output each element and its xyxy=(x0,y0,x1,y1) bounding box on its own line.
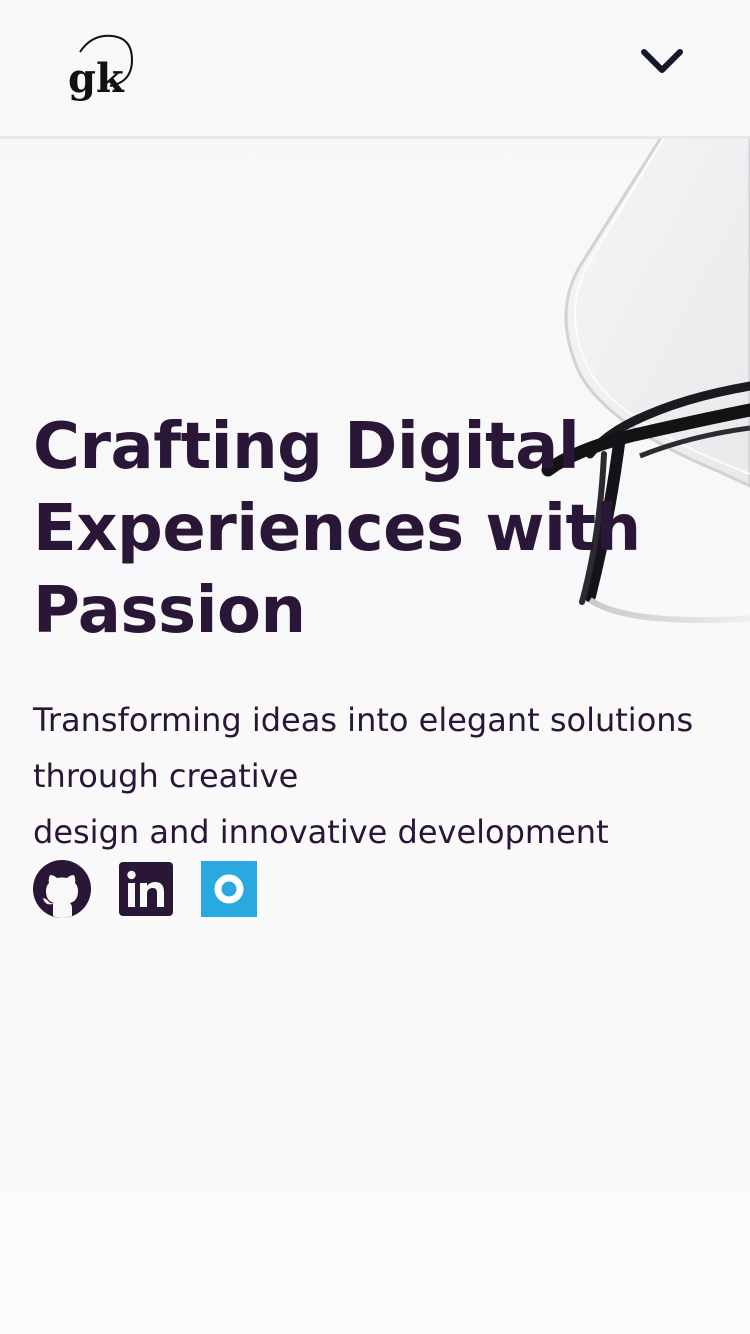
hero-subtitle-line-1: Transforming ideas into elegant solution… xyxy=(33,701,694,739)
hero-subtitle-line-3: design and innovative development xyxy=(33,813,609,851)
hero-title-line-2: Experiences with xyxy=(33,492,641,566)
site-header: gk xyxy=(0,0,750,139)
chevron-down-icon[interactable] xyxy=(636,40,688,84)
ring-logo-icon xyxy=(201,861,257,917)
gk-logo[interactable]: gk xyxy=(62,30,138,106)
page: gk Crafting Digital Experiences with Pas… xyxy=(0,0,750,1334)
hero-title: Crafting Digital Experiences with Passio… xyxy=(33,406,733,652)
hero-title-line-1: Crafting Digital xyxy=(33,410,580,484)
hero-subtitle-line-2: through creative xyxy=(33,757,299,795)
linkedin-icon xyxy=(119,862,173,916)
ring-logo-link[interactable] xyxy=(201,861,257,921)
github-icon xyxy=(33,860,91,918)
logo-text: gk xyxy=(68,55,125,102)
linkedin-link[interactable] xyxy=(119,862,173,920)
hero-subtitle: Transforming ideas into elegant solution… xyxy=(33,692,733,860)
social-links xyxy=(33,860,285,922)
github-link[interactable] xyxy=(33,860,91,922)
hero-title-line-3: Passion xyxy=(33,574,306,648)
